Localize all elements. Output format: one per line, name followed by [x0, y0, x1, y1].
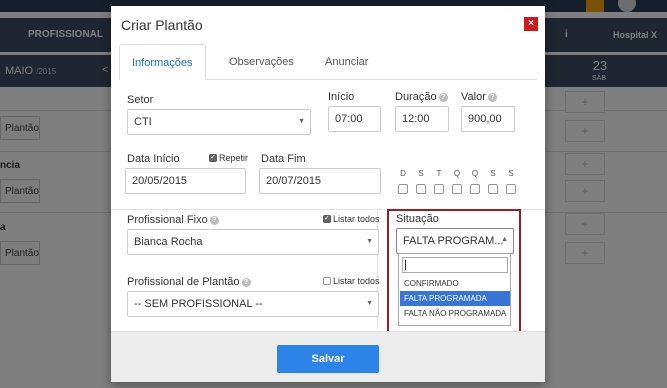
- chevron-down-icon: ▼: [366, 300, 373, 307]
- weekday-letter: S: [418, 169, 424, 178]
- valor-input[interactable]: 900,00: [461, 106, 515, 132]
- checkbox-checked-icon[interactable]: [323, 214, 331, 223]
- modal-tabs: Informações Observações Anunciar: [119, 44, 537, 80]
- setor-value: CTI: [134, 116, 152, 128]
- text-cursor: [405, 260, 406, 270]
- inicio-label: Início: [328, 91, 355, 103]
- repetir-checkbox[interactable]: Repetir: [209, 153, 248, 163]
- weekday-letter: Q: [453, 169, 461, 178]
- dropdown-option-selected[interactable]: FALTA PROGRAMADA: [400, 291, 510, 306]
- inicio-input[interactable]: 07:00: [328, 106, 381, 132]
- duracao-input[interactable]: 12:00: [395, 106, 449, 132]
- save-button[interactable]: Salvar: [277, 345, 379, 373]
- weekday-checkbox[interactable]: [488, 184, 498, 194]
- checkbox-checked-icon[interactable]: [209, 153, 217, 162]
- data-inicio-input[interactable]: 20/05/2015: [125, 168, 246, 194]
- weekday-letter: T: [436, 169, 442, 178]
- weekday-checkbox[interactable]: [470, 184, 480, 194]
- data-inicio-label: Data Início: [127, 153, 180, 165]
- help-icon[interactable]: ?: [209, 216, 219, 225]
- valor-label: Valor?: [461, 91, 497, 103]
- dropdown-option[interactable]: CONFIRMADO: [400, 276, 510, 291]
- profissional-fixo-label: Profissional Fixo?: [127, 214, 219, 226]
- help-icon[interactable]: ?: [241, 278, 251, 287]
- listar-todos-checkbox[interactable]: Listar todos: [323, 214, 380, 224]
- chevron-down-icon: ▼: [298, 118, 305, 125]
- weekday-letter: Q: [471, 169, 479, 178]
- profissional-plantao-select[interactable]: -- SEM PROFISSIONAL -- ▼: [127, 291, 379, 317]
- setor-select[interactable]: CTI ▼: [127, 109, 311, 135]
- profissional-fixo-select[interactable]: Bianca Rocha ▼: [127, 229, 379, 255]
- weekday-checkbox[interactable]: [506, 184, 516, 194]
- data-fim-label: Data Fim: [261, 153, 306, 165]
- weekday-checkbox[interactable]: [398, 184, 408, 194]
- weekday-checkbox[interactable]: [416, 184, 426, 194]
- modal-title: Criar Plantão: [121, 17, 203, 33]
- chevron-down-icon: ▼: [366, 238, 373, 245]
- weekday-letter: S: [490, 169, 496, 178]
- help-icon[interactable]: ?: [487, 93, 497, 102]
- dropdown-option[interactable]: FALTA NÃO PROGRAMADA: [400, 306, 510, 321]
- weekday-letter: D: [400, 169, 406, 178]
- profissional-plantao-label: Profissional de Plantão?: [127, 276, 251, 288]
- situacao-label: Situação: [396, 213, 439, 225]
- checkbox-unchecked-icon[interactable]: [323, 277, 331, 285]
- profissional-fixo-value: Bianca Rocha: [134, 236, 203, 248]
- help-icon[interactable]: ?: [438, 93, 448, 102]
- situacao-select[interactable]: FALTA PROGRAM... ▲: [396, 228, 514, 254]
- duracao-label: Duração?: [395, 91, 448, 103]
- tab-anunciar[interactable]: Anunciar: [313, 44, 380, 80]
- situacao-dropdown: CONFIRMADO FALTA PROGRAMADA FALTA NÃO PR…: [398, 253, 511, 326]
- modal-footer: Salvar: [111, 331, 545, 382]
- tab-observacoes[interactable]: Observações: [217, 44, 306, 80]
- dropdown-search-input[interactable]: [402, 257, 508, 273]
- modal-header: Criar Plantão ×: [111, 6, 545, 44]
- close-button[interactable]: ×: [524, 17, 538, 31]
- chevron-up-icon: ▲: [501, 236, 508, 243]
- profissional-plantao-value: -- SEM PROFISSIONAL --: [134, 298, 263, 310]
- weekday-checkbox[interactable]: [434, 184, 444, 194]
- tab-informacoes[interactable]: Informações: [119, 44, 206, 80]
- weekday-checkbox[interactable]: [452, 184, 462, 194]
- data-fim-input[interactable]: 20/07/2015: [259, 168, 381, 194]
- weekday-selector: D S T Q Q S S: [398, 169, 528, 199]
- weekday-letter: S: [508, 169, 514, 178]
- criar-plantao-modal: Criar Plantão × Informações Observações …: [111, 6, 545, 382]
- situacao-value: FALTA PROGRAM...: [403, 235, 504, 247]
- setor-label: Setor: [127, 94, 154, 106]
- listar-todos-checkbox[interactable]: Listar todos: [323, 276, 380, 286]
